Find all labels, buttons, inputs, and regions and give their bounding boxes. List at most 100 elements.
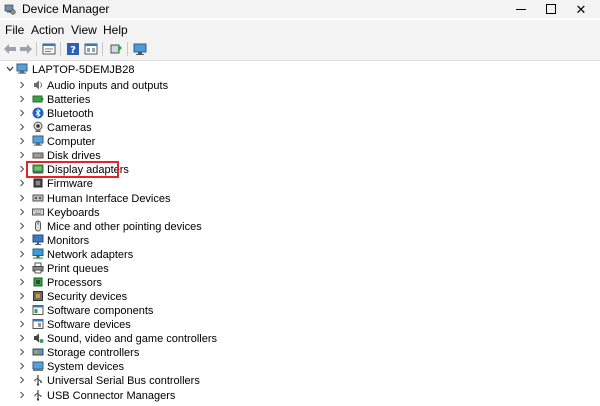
tree-root[interactable]: LAPTOP-5DEMJB28 <box>0 62 600 76</box>
tree-item-label: Network adapters <box>47 249 134 261</box>
chevron-right-icon[interactable] <box>18 264 26 272</box>
chevron-right-icon[interactable] <box>18 362 26 370</box>
toolbar-separator <box>36 42 37 56</box>
hid-icon <box>32 194 44 202</box>
view-button[interactable] <box>83 41 99 57</box>
window-title: Device Manager <box>22 2 110 16</box>
system-device-icon <box>32 361 44 371</box>
close-button[interactable]: ✕ <box>558 0 600 18</box>
security-icon <box>33 291 43 301</box>
chevron-right-icon[interactable] <box>18 222 26 230</box>
chevron-right-icon[interactable] <box>18 391 26 399</box>
printer-icon <box>32 262 44 274</box>
tree-item[interactable]: Display adapters <box>0 162 600 176</box>
tree-item[interactable]: Human Interface Devices <box>0 191 600 205</box>
chevron-right-icon[interactable] <box>18 151 26 159</box>
usb-connector-icon <box>34 390 42 401</box>
view-icon <box>84 43 98 55</box>
tree-item[interactable]: Monitors <box>0 233 600 247</box>
chevron-down-icon[interactable] <box>6 65 14 73</box>
title-bar: Device Manager ✕ <box>0 0 600 18</box>
tree-item[interactable]: Batteries <box>0 92 600 106</box>
firmware-icon <box>33 178 43 188</box>
scan-hardware-button[interactable] <box>132 41 148 57</box>
forward-button[interactable] <box>18 41 34 57</box>
tree-item[interactable]: Software components <box>0 303 600 317</box>
tree-item[interactable]: System devices <box>0 359 600 373</box>
storage-icon <box>32 348 44 356</box>
computer-icon <box>16 63 28 74</box>
update-driver-button[interactable] <box>108 41 124 57</box>
tree-item-label: Cameras <box>47 122 92 134</box>
menu-action[interactable]: Action <box>31 23 64 37</box>
tree-item-label: Print queues <box>47 263 109 275</box>
properties-button[interactable] <box>41 41 57 57</box>
chevron-right-icon[interactable] <box>18 250 26 258</box>
chevron-right-icon[interactable] <box>18 137 26 145</box>
chevron-right-icon[interactable] <box>18 306 26 314</box>
tree-item[interactable]: Computer <box>0 134 600 148</box>
tree-item[interactable]: Cameras <box>0 120 600 134</box>
chevron-right-icon[interactable] <box>18 109 26 117</box>
close-icon: ✕ <box>575 1 587 17</box>
speaker-icon <box>34 80 42 90</box>
menu-view[interactable]: View <box>71 23 97 37</box>
tree-item[interactable]: Firmware <box>0 176 600 190</box>
tree-item-label: USB Connector Managers <box>47 390 176 402</box>
forward-arrow-icon <box>20 44 32 54</box>
menu-help[interactable]: Help <box>103 23 128 37</box>
tree-item[interactable]: Keyboards <box>0 205 600 219</box>
toolbar-separator <box>102 42 103 56</box>
tree-item-label: Software devices <box>47 319 131 331</box>
chevron-right-icon[interactable] <box>18 81 26 89</box>
tree-item[interactable]: Universal Serial Bus controllers <box>0 373 600 387</box>
tree-item-label: Software components <box>47 305 154 317</box>
tree-item-label: Security devices <box>47 291 128 303</box>
chevron-right-icon[interactable] <box>18 278 26 286</box>
tree-item[interactable]: Audio inputs and outputs <box>0 78 600 92</box>
chevron-right-icon[interactable] <box>18 376 26 384</box>
chevron-right-icon[interactable] <box>18 194 26 202</box>
tree-item[interactable]: Processors <box>0 275 600 289</box>
chevron-right-icon[interactable] <box>18 348 26 356</box>
maximize-icon <box>546 4 556 14</box>
properties-icon <box>42 43 56 55</box>
tree-item[interactable]: Software devices <box>0 317 600 331</box>
chevron-right-icon[interactable] <box>18 292 26 300</box>
tree-item[interactable]: Bluetooth <box>0 106 600 120</box>
computer-icon <box>32 135 44 146</box>
chevron-right-icon[interactable] <box>18 95 26 103</box>
software-component-icon <box>32 305 44 315</box>
tree-item-label: Universal Serial Bus controllers <box>47 375 200 387</box>
tree-item-label: Computer <box>47 136 96 148</box>
root-label: LAPTOP-5DEMJB28 <box>32 64 135 76</box>
tree-item[interactable]: Mice and other pointing devices <box>0 219 600 233</box>
bluetooth-icon <box>32 107 44 119</box>
tree-item[interactable]: Sound, video and game controllers <box>0 331 600 345</box>
tree-item[interactable]: Security devices <box>0 289 600 303</box>
tree-item-label: Mice and other pointing devices <box>47 221 202 233</box>
software-device-icon <box>32 319 44 329</box>
tree-item-label: Batteries <box>47 94 91 106</box>
tree-item[interactable]: Network adapters <box>0 247 600 261</box>
back-button[interactable] <box>2 41 18 57</box>
minimize-icon <box>516 8 526 10</box>
tree-item[interactable]: Storage controllers <box>0 345 600 359</box>
help-button[interactable]: ? <box>65 41 81 57</box>
chevron-right-icon[interactable] <box>18 334 26 342</box>
chevron-right-icon[interactable] <box>18 165 26 173</box>
tree-item-label: Sound, video and game controllers <box>47 333 217 345</box>
tree-item[interactable]: Disk drives <box>0 148 600 162</box>
chevron-right-icon[interactable] <box>18 208 26 216</box>
camera-icon <box>33 121 43 132</box>
help-icon: ? <box>67 43 79 56</box>
chevron-right-icon[interactable] <box>18 320 26 328</box>
menu-file[interactable]: File <box>5 23 24 37</box>
tree-item[interactable]: Print queues <box>0 261 600 275</box>
chevron-right-icon[interactable] <box>18 179 26 187</box>
chevron-right-icon[interactable] <box>18 236 26 244</box>
chevron-right-icon[interactable] <box>18 123 26 131</box>
tree-item[interactable]: USB Connector Managers <box>0 388 600 402</box>
tree-item-label: Display adapters <box>47 164 129 176</box>
keyboard-icon <box>32 208 44 216</box>
